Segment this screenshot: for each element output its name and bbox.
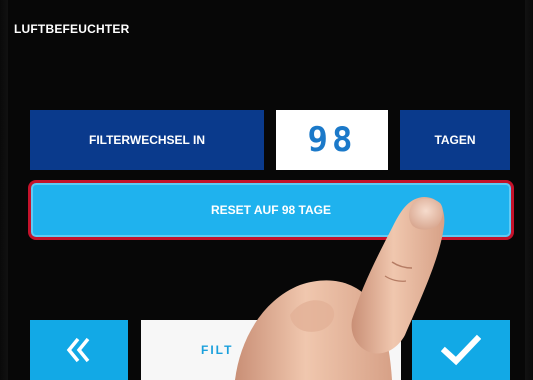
filter-menu-button[interactable]: FILT bbox=[141, 320, 401, 380]
reset-filter-button[interactable]: RESET AUF 98 TAGE bbox=[28, 180, 514, 240]
days-unit-label: TAGEN bbox=[400, 110, 510, 170]
device-frame: LUFTBEFEUCHTER FILTERWECHSEL IN 98 TAGEN… bbox=[0, 0, 533, 380]
confirm-button[interactable] bbox=[412, 320, 510, 380]
filter-change-label: FILTERWECHSEL IN bbox=[30, 110, 264, 170]
double-chevron-left-icon bbox=[64, 335, 94, 365]
filter-menu-button-label: FILT bbox=[201, 343, 234, 357]
screen-title: LUFTBEFEUCHTER bbox=[14, 22, 130, 36]
days-value-display: 98 bbox=[276, 110, 388, 170]
back-button[interactable] bbox=[30, 320, 128, 380]
reset-filter-button-label: RESET AUF 98 TAGE bbox=[210, 203, 332, 217]
checkmark-icon bbox=[441, 334, 481, 366]
touch-screen: LUFTBEFEUCHTER FILTERWECHSEL IN 98 TAGEN… bbox=[8, 0, 525, 380]
